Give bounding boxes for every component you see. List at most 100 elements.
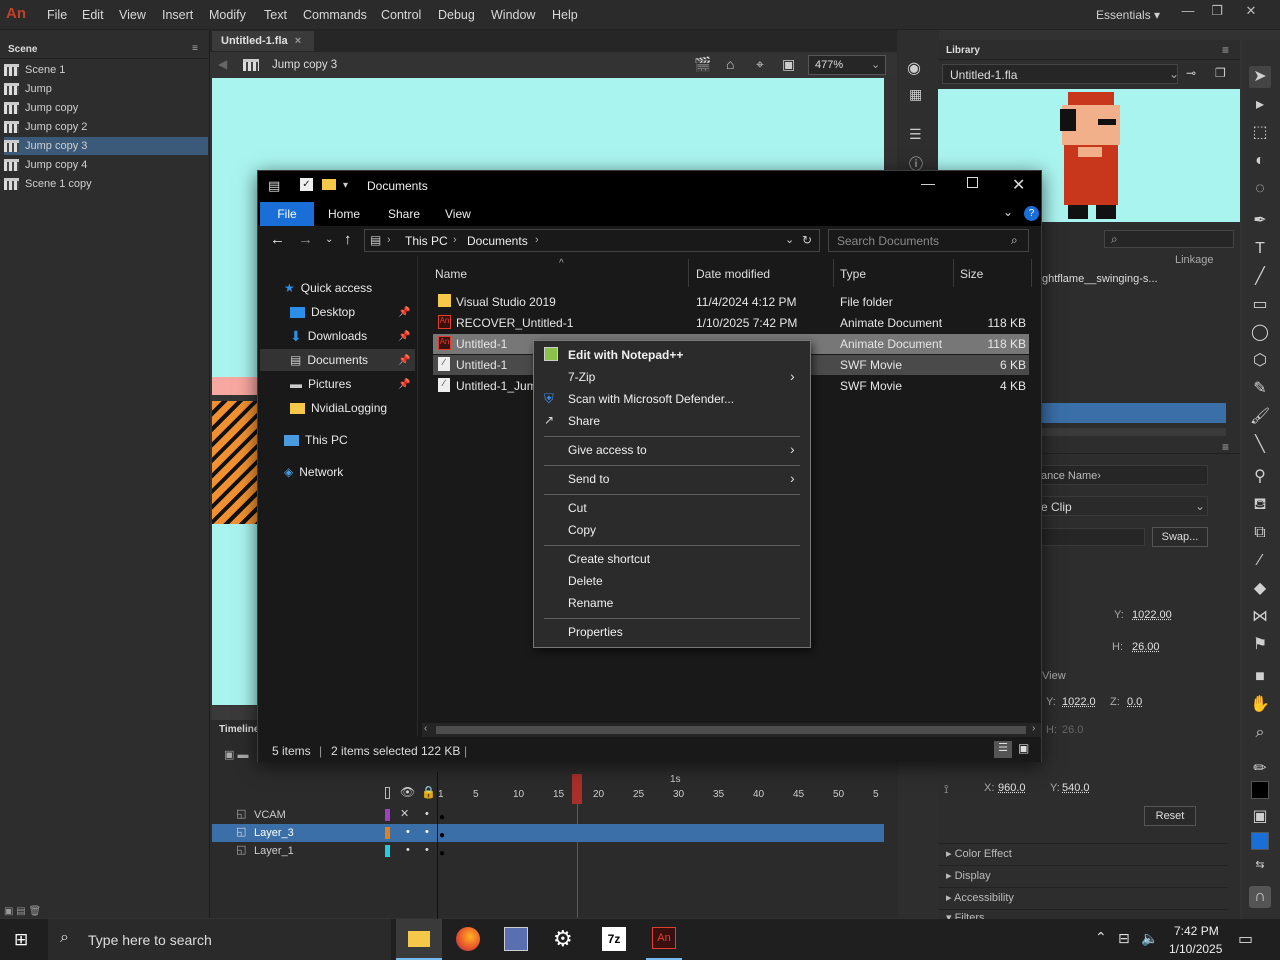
notifications-icon[interactable]: ▭: [1238, 929, 1253, 949]
layer-row[interactable]: ◱ Layer_1 • •: [212, 842, 437, 860]
fill-color-icon[interactable]: ▣: [1249, 806, 1271, 828]
menu-item-cut[interactable]: Cut: [568, 501, 587, 515]
nav-downloads[interactable]: ⬇ Downloads 📌: [290, 325, 414, 347]
up-icon[interactable]: ↑: [344, 231, 352, 248]
eyedropper-icon[interactable]: ⁄: [1249, 550, 1271, 572]
center-stage-icon[interactable]: ⌖: [756, 56, 764, 73]
snap-magnet-icon[interactable]: ∩: [1249, 886, 1271, 908]
file-row[interactable]: Visual Studio 2019 11/4/2024 4:12 PM Fil…: [433, 292, 1029, 312]
nav-nvidialogging[interactable]: NvidiaLogging: [290, 397, 414, 419]
nav-documents[interactable]: ▤ Documents 📌: [260, 349, 415, 371]
stroke-swatch[interactable]: [1251, 781, 1269, 799]
selection-tool-icon[interactable]: ➤: [1249, 66, 1271, 88]
keyframe-icon[interactable]: ●: [439, 830, 445, 841]
restore-icon[interactable]: ❐: [1206, 3, 1228, 21]
network-tray-icon[interactable]: ⊟: [1118, 930, 1130, 947]
zoom-tool-icon[interactable]: ⌕: [1249, 722, 1271, 744]
menu-view[interactable]: View: [119, 8, 146, 22]
paint-brush-icon[interactable]: 🖌: [1249, 406, 1271, 428]
file-row[interactable]: An RECOVER_Untitled-1 1/10/2025 7:42 PM …: [433, 313, 1029, 333]
pin-icon[interactable]: ⊸: [1186, 66, 1196, 80]
forward-icon[interactable]: →: [298, 231, 313, 248]
recent-locations-icon[interactable]: ⌄: [325, 234, 333, 245]
nav-this-pc[interactable]: This PC: [284, 429, 414, 451]
brush-tool-icon[interactable]: ╲: [1249, 434, 1271, 456]
menu-commands[interactable]: Commands: [303, 8, 367, 22]
nav-desktop[interactable]: Desktop 📌: [290, 301, 414, 323]
minimize-icon[interactable]: —: [921, 175, 935, 191]
hidden-x-icon[interactable]: ✕: [400, 807, 409, 820]
nav-quick-access[interactable]: ★ Quick access: [284, 277, 414, 299]
clock-date[interactable]: 1/10/2025: [1169, 942, 1222, 956]
scroll-thumb[interactable]: [436, 726, 1026, 734]
clock-time[interactable]: 7:42 PM: [1174, 924, 1219, 938]
menu-item-give-access[interactable]: Give access to: [568, 443, 647, 457]
help-icon[interactable]: ?: [1024, 206, 1039, 221]
menu-item-7zip[interactable]: 7-Zip: [568, 370, 595, 384]
details-view-icon[interactable]: ☰: [994, 741, 1012, 758]
horizontal-scrollbar[interactable]: ‹ ›: [422, 723, 1041, 737]
library-selected-row[interactable]: [1042, 403, 1226, 423]
ink-bottle-icon[interactable]: ⧉: [1249, 522, 1271, 544]
menu-help[interactable]: Help: [552, 8, 578, 22]
scene-item-selected[interactable]: Jump copy 3: [4, 137, 208, 155]
y2-value[interactable]: 1022.0: [1062, 696, 1096, 708]
address-bar[interactable]: ▤ › This PC › Documents › ⌄ ↻: [364, 229, 820, 252]
visible-dot-icon[interactable]: •: [406, 826, 410, 838]
lock-dot-icon[interactable]: •: [425, 826, 429, 838]
pin-tool-icon[interactable]: ⚑: [1249, 634, 1271, 656]
keyframe-icon[interactable]: ●: [439, 848, 445, 859]
scene-panel-footer-icons[interactable]: ▣ ▤ 🗑: [4, 906, 41, 917]
y3-value[interactable]: 540.0: [1062, 782, 1090, 794]
keyframe-icon[interactable]: ●: [439, 812, 445, 823]
nav-network[interactable]: ◈ Network: [284, 461, 414, 483]
edit-symbol-icon[interactable]: ⌂: [726, 56, 734, 72]
windows-start-icon[interactable]: ⊞: [14, 930, 28, 950]
layer-frames-selected[interactable]: [438, 824, 884, 842]
panel-menu-icon[interactable]: ≡: [1222, 43, 1229, 57]
menu-item-copy[interactable]: Copy: [568, 523, 596, 537]
volume-muted-icon[interactable]: 🔈: [1141, 930, 1158, 947]
menu-control[interactable]: Control: [381, 8, 421, 22]
pin-icon[interactable]: 📌: [398, 331, 410, 342]
scene-item[interactable]: Scene 1 copy: [4, 175, 208, 193]
lock-icon[interactable]: 🔒: [421, 785, 436, 799]
large-icons-view-icon[interactable]: ▣: [1018, 741, 1029, 755]
stroke-color-icon[interactable]: ✏: [1249, 758, 1271, 780]
layer-color-swatch[interactable]: [385, 809, 390, 821]
menu-item-rename[interactable]: Rename: [568, 596, 613, 610]
minimize-icon[interactable]: —: [1177, 3, 1199, 21]
symbol-name-field[interactable]: [1038, 528, 1145, 546]
breadcrumb[interactable]: Jump copy 3: [272, 59, 337, 71]
free-transform-icon[interactable]: ⬚: [1249, 122, 1271, 144]
motion-presets-icon[interactable]: ◉: [907, 58, 921, 78]
library-file-select[interactable]: Untitled-1.fla ⌄: [942, 64, 1179, 84]
scene-item[interactable]: Jump copy 2: [4, 118, 208, 136]
library-search-input[interactable]: ⌕: [1104, 230, 1234, 248]
pane-divider[interactable]: [417, 256, 418, 736]
nav-pictures[interactable]: ▬ Pictures 📌: [290, 373, 414, 395]
align-icon[interactable]: ☰: [909, 126, 922, 143]
ribbon-share-tab[interactable]: Share: [388, 207, 420, 221]
subselection-tool-icon[interactable]: ▸: [1249, 94, 1271, 116]
zoom-select[interactable]: 477% ⌄: [808, 55, 886, 75]
breadcrumb-documents[interactable]: Documents: [467, 234, 528, 248]
swap-colors-icon[interactable]: ⇆: [1249, 854, 1271, 876]
line-tool-icon[interactable]: ╱: [1249, 266, 1271, 288]
lasso-icon[interactable]: ◌: [1249, 178, 1271, 200]
menu-text[interactable]: Text: [264, 8, 287, 22]
linkage-column-header[interactable]: Linkage: [1175, 254, 1214, 266]
visible-dot-icon[interactable]: •: [406, 844, 410, 856]
lock-dot-icon[interactable]: •: [425, 844, 429, 856]
menu-window[interactable]: Window: [491, 8, 535, 22]
new-library-icon[interactable]: ❐: [1215, 66, 1226, 80]
width-tool-icon[interactable]: ⋈: [1249, 606, 1271, 628]
checkbox-quick-icon[interactable]: ✓: [300, 178, 313, 191]
z-value[interactable]: 0.0: [1127, 696, 1142, 708]
y-value[interactable]: 1022.00: [1132, 609, 1172, 621]
lock-dot-icon[interactable]: •: [425, 808, 429, 820]
maximize-icon[interactable]: [967, 177, 978, 188]
pin-icon[interactable]: 📌: [398, 307, 410, 318]
frame-ruler[interactable]: 1 5 10 15 20 25 30 35 40 45 50 5: [438, 788, 884, 804]
symbol-type-select[interactable]: e Clip ⌄: [1038, 496, 1208, 516]
